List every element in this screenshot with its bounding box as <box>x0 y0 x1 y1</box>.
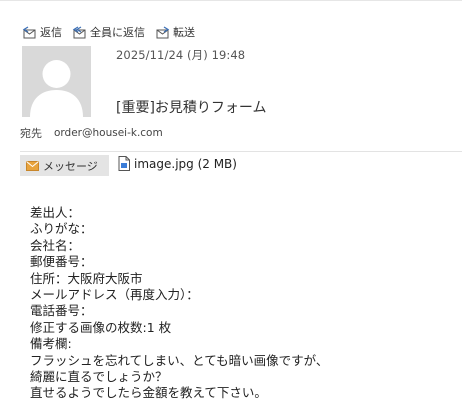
body-line: 直せるようでしたら金額を教えて下さい。 <box>30 385 267 401</box>
attachment-label: image.jpg (2 MB) <box>134 156 237 171</box>
header-divider <box>20 151 462 152</box>
reply-label: 返信 <box>40 26 62 39</box>
message-date: 2025/11/24 (月) 19:48 <box>116 48 246 62</box>
body-line: メールアドレス（再度入力）： <box>30 286 199 302</box>
message-toolbar: 返信 全員に返信 転送 <box>22 23 205 41</box>
reply-all-button[interactable]: 全員に返信 <box>72 24 145 40</box>
forward-button[interactable]: 転送 <box>155 24 195 40</box>
body-line: 郵便番号： <box>30 254 93 270</box>
forward-icon <box>156 25 170 38</box>
attachment-item[interactable]: image.jpg (2 MB) <box>118 156 237 171</box>
body-line: ふりがな： <box>30 221 93 237</box>
message-body: 差出人： ふりがな： 会社名： 郵便番号： 住所：大阪府大阪市 メールアドレス（… <box>30 205 455 402</box>
reply-button[interactable]: 返信 <box>22 24 62 40</box>
reply-all-label: 全員に返信 <box>90 26 145 39</box>
envelope-icon <box>26 160 39 171</box>
body-line: 差出人： <box>30 205 81 220</box>
reply-icon <box>22 25 36 38</box>
body-line: 電話番号： <box>30 303 93 319</box>
tab-message[interactable]: メッセージ <box>20 155 109 176</box>
reply-all-icon <box>72 25 86 38</box>
message-subject: [重要]お見積りフォーム <box>116 100 267 116</box>
body-line: 住所：大阪府大阪市 <box>30 270 143 286</box>
top-divider <box>0 0 462 1</box>
body-line: フラッシュを忘れてしまい、とても暗い画像ですが、 <box>30 352 329 368</box>
forward-label: 転送 <box>173 26 195 39</box>
body-line: 綺麗に直るでしょうか？ <box>30 368 168 384</box>
body-line: 会社名： <box>30 237 81 253</box>
person-placeholder-icon <box>30 60 83 117</box>
recipient-address[interactable]: order@housei-k.com <box>54 127 163 139</box>
tab-message-label: メッセージ <box>43 159 98 173</box>
recipient-row: 宛先 order@housei-k.com <box>20 125 163 141</box>
to-label: 宛先 <box>20 127 42 140</box>
sender-avatar <box>22 46 91 117</box>
body-line: 修正する画像の枚数:1 枚 <box>30 319 172 335</box>
body-line: 備考欄: <box>30 336 72 352</box>
file-icon <box>118 156 130 171</box>
